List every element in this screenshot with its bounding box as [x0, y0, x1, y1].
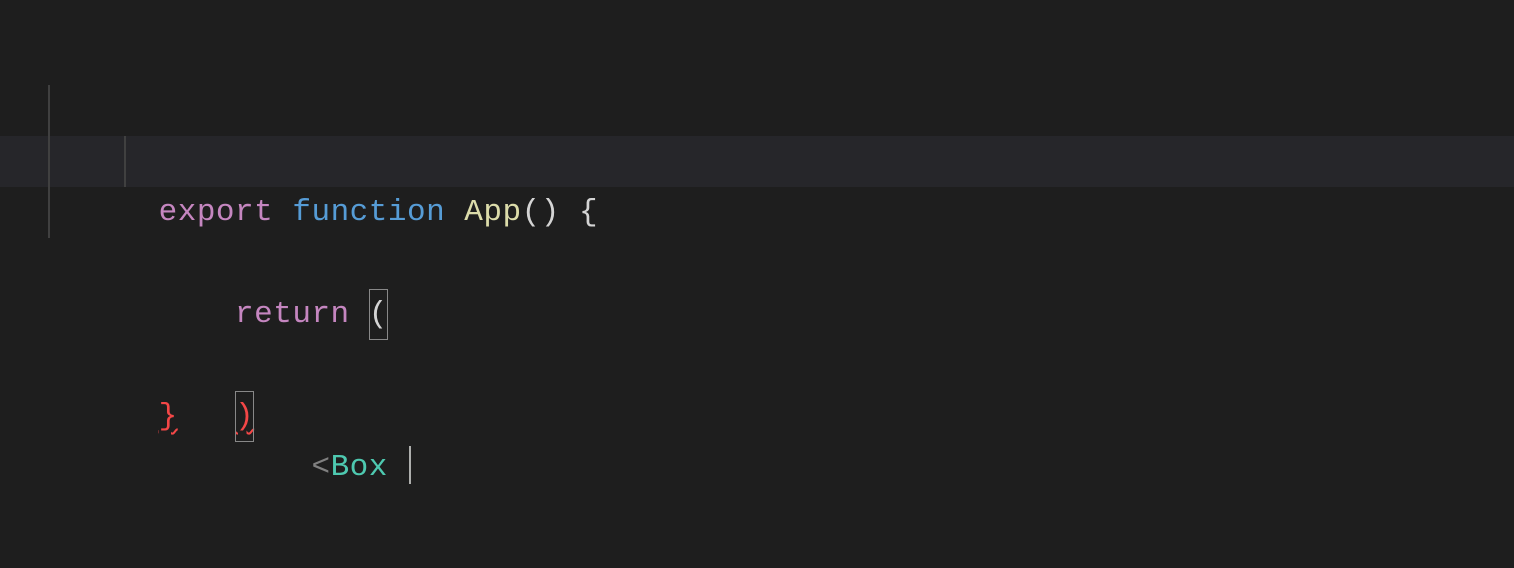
code-line[interactable]: return (: [0, 85, 1514, 136]
token-space: [445, 195, 464, 230]
token-brace-close-error: }: [159, 399, 178, 434]
token-indent: [159, 297, 235, 332]
token-space: [560, 195, 579, 230]
code-line[interactable]: export function App() {: [0, 34, 1514, 85]
token-paren-open-matched: (: [369, 289, 388, 340]
token-space: [350, 297, 369, 332]
token-keyword-export: export: [159, 195, 274, 230]
token-parens: (): [522, 195, 560, 230]
indent-guide: [48, 85, 50, 136]
token-keyword-function: function: [292, 195, 445, 230]
token-function-name: App: [464, 195, 521, 230]
code-editor[interactable]: export function App() { return ( <Box ) …: [0, 0, 1514, 568]
token-brace-open: {: [579, 195, 598, 230]
token-keyword-return: return: [235, 297, 350, 332]
token-space: [273, 195, 292, 230]
